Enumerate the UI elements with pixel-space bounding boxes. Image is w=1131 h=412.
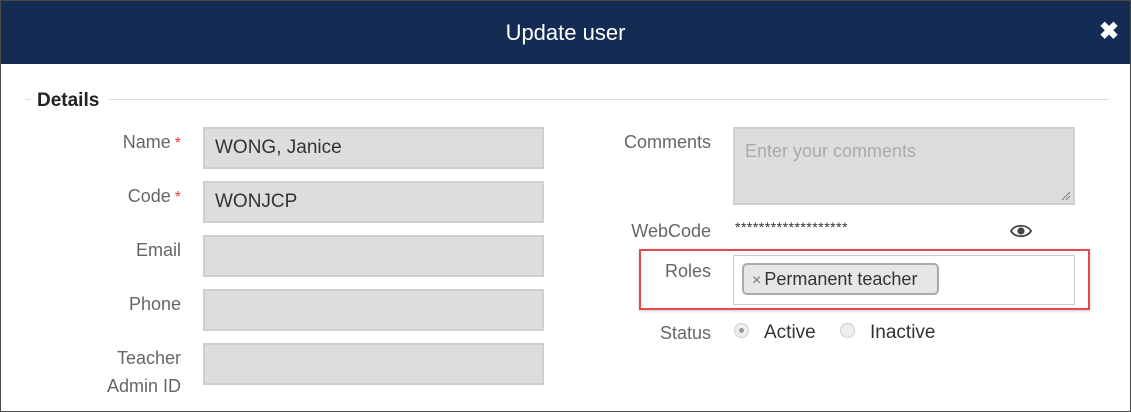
- status-inactive-radio[interactable]: [840, 323, 855, 338]
- status-label: Status: [659, 323, 711, 343]
- resize-handle-icon[interactable]: [1060, 190, 1070, 200]
- update-user-dialog: Update user ✖ Details Name * WONG, Janice…: [0, 0, 1131, 412]
- comments-placeholder: Enter your comments: [745, 141, 917, 161]
- comments-field[interactable]: Enter your comments: [733, 127, 1075, 205]
- close-icon[interactable]: ✖: [1098, 20, 1120, 44]
- code-label: Code *: [61, 182, 181, 212]
- email-field[interactable]: [203, 235, 544, 277]
- name-label-text: Name: [122, 132, 171, 152]
- teacher-admin-id-label: Teacher Admin ID: [61, 344, 181, 400]
- status-inactive-label[interactable]: Inactive: [870, 319, 935, 347]
- fieldset-border-left: [25, 99, 31, 100]
- fieldset-border-right: [109, 99, 1109, 100]
- webcode-label: WebCode: [631, 221, 711, 241]
- teacher-admin-id-field[interactable]: [203, 343, 544, 385]
- dialog-title: Update user: [505, 20, 626, 45]
- webcode-value: *******************: [735, 219, 849, 235]
- dialog-header: Update user ✖: [1, 1, 1130, 64]
- code-label-text: Code: [127, 186, 171, 206]
- comments-label: Comments: [623, 132, 711, 152]
- email-label: Email: [135, 240, 181, 260]
- teacher-admin-label-line1: Teacher: [116, 348, 181, 368]
- phone-field[interactable]: [203, 289, 544, 331]
- details-legend: Details: [37, 90, 100, 111]
- eye-icon[interactable]: [1010, 223, 1032, 239]
- phone-label: Phone: [128, 294, 181, 314]
- name-field[interactable]: WONG, Janice: [203, 127, 544, 169]
- status-active-label[interactable]: Active: [764, 319, 816, 347]
- roles-highlight-box: [639, 249, 1090, 310]
- name-label: Name *: [61, 128, 181, 158]
- teacher-admin-label-line2: Admin ID: [106, 376, 181, 396]
- status-active-radio[interactable]: [734, 323, 749, 338]
- required-marker: *: [174, 135, 181, 152]
- code-field[interactable]: WONJCP: [203, 181, 544, 223]
- required-marker: *: [174, 189, 181, 206]
